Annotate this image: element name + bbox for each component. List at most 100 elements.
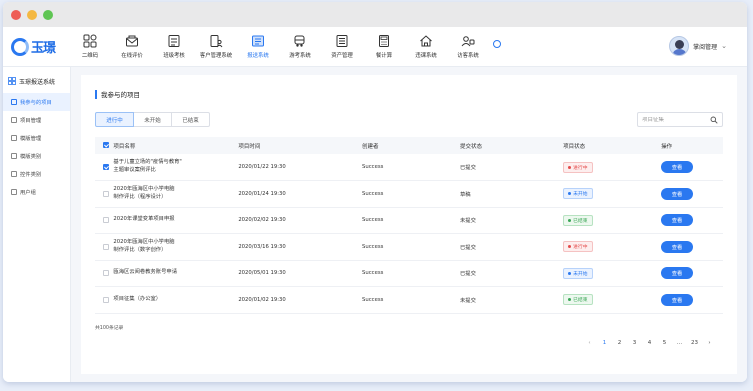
report-icon	[251, 34, 265, 48]
project-name: 2020年课堂变革项目申报	[113, 216, 175, 223]
status-badge-label: 未开始	[573, 192, 588, 198]
project-name: 2020年瓯海区中小学电脑 制作评比（程序设计）	[113, 186, 175, 200]
minimize-window-button[interactable]	[27, 9, 37, 20]
sidebar-item-1[interactable]: 项目管理	[3, 111, 70, 129]
row-checkbox[interactable]	[103, 163, 109, 170]
row-checkbox[interactable]	[103, 296, 109, 303]
row-checkbox[interactable]	[103, 217, 109, 223]
view-button[interactable]: 查看	[661, 293, 694, 306]
table-row[interactable]: 2020年瓯海区中小学电脑 制作评比（程序设计） 2020/01/24 19:30…	[95, 180, 723, 208]
nav-item-2[interactable]: 班级考核	[153, 34, 195, 59]
menu-square-icon	[11, 153, 17, 159]
menu-square-icon	[11, 99, 17, 105]
search-icon[interactable]	[710, 116, 718, 124]
nav-item-0[interactable]: 二维码	[69, 34, 111, 59]
sidebar-item-5[interactable]: 用户组	[3, 183, 70, 201]
maximize-window-button[interactable]	[43, 9, 53, 20]
submit-status: 已提交	[460, 233, 564, 261]
page-button-1[interactable]: 1	[597, 340, 612, 346]
username: 掌阅管理	[693, 43, 718, 51]
logo-ring-icon	[11, 37, 29, 56]
view-button[interactable]: 查看	[661, 267, 694, 280]
search-box	[637, 112, 723, 127]
nav-item-label: 访客系统	[457, 53, 479, 59]
select-all-checkbox[interactable]	[103, 142, 109, 149]
table-row[interactable]: 2020年课堂变革项目申报 2020/02/02 19:30 Success 未提交 已…	[95, 207, 723, 234]
row-checkbox[interactable]	[103, 243, 109, 250]
submit-status: 未提交	[460, 207, 564, 234]
nav-item-6[interactable]: 资产管理	[321, 34, 363, 59]
status-badge-label: 进行中	[573, 165, 588, 171]
tab-ended[interactable]: 已结束	[171, 112, 210, 127]
close-window-button[interactable]	[11, 9, 21, 20]
house-icon	[419, 34, 433, 48]
brand-logo[interactable]: 玉璟	[3, 37, 63, 56]
person-doc-icon	[209, 34, 223, 48]
user-menu[interactable]: 掌阅管理 ⌄	[669, 36, 727, 56]
next-page-button[interactable]: ›	[702, 340, 717, 346]
submit-status: 草稿	[460, 180, 564, 208]
project-creator: Success	[362, 180, 460, 208]
sidebar-item-label: 模版类别	[20, 154, 42, 160]
sidebar-item-4[interactable]: 控件类别	[3, 165, 70, 183]
status-dot-icon	[568, 298, 572, 302]
view-button[interactable]: 查看	[661, 187, 694, 200]
title-accent-bar	[95, 89, 97, 99]
project-time: 2020/01/24 19:30	[238, 180, 363, 208]
nav-item-7[interactable]: 餐计算	[363, 34, 405, 59]
sidebar-item-3[interactable]: 模版类别	[3, 147, 70, 165]
page-ellipsis[interactable]: ...	[672, 340, 687, 346]
view-button[interactable]: 查看	[661, 214, 694, 227]
menu-square-icon	[11, 135, 17, 141]
table-row[interactable]: 瓯海区云阅卷教务账号申请 2020/05/01 19:30 Success 已提交 未开…	[95, 260, 723, 287]
row-checkbox[interactable]	[103, 270, 109, 276]
nav-item-label: 餐计算	[375, 53, 393, 59]
col-header-submit-status: 提交状态	[460, 137, 564, 154]
status-badge: 已结束	[563, 294, 593, 306]
status-dot-icon	[568, 218, 572, 222]
table-row[interactable]: 项目征集（办公室） 2020/01/02 19:30 Success 未提交 已结束 查看	[95, 286, 723, 314]
status-dot-icon	[568, 271, 572, 275]
nav-item-5[interactable]: 游考系统	[279, 34, 321, 59]
add-module-icon[interactable]	[493, 39, 501, 48]
page-button-3[interactable]: 3	[627, 340, 642, 346]
col-header-time: 项目时间	[238, 137, 363, 154]
prev-page-button[interactable]: ‹	[582, 340, 597, 346]
sidebar-item-label: 我参与的项目	[20, 100, 52, 106]
project-creator: Success	[362, 233, 460, 261]
status-badge: 进行中	[563, 161, 593, 173]
sidebar-item-0[interactable]: 我参与的项目	[3, 93, 70, 111]
tab-not-started[interactable]: 未开始	[133, 112, 172, 127]
sidebar-item-2[interactable]: 模版管理	[3, 129, 70, 147]
sidebar-item-label: 项目管理	[20, 118, 42, 124]
nav-item-4[interactable]: 报送系统	[237, 34, 279, 59]
project-name: 基于儿童立场的"疫情与教育" 主题审议案例评比	[113, 159, 182, 173]
nav-item-label: 违课系统	[415, 53, 437, 59]
page-button-2[interactable]: 2	[612, 340, 627, 346]
search-input[interactable]	[642, 116, 710, 123]
sidebar: 玉璟报送系统 我参与的项目 项目管理模版管理模版类别控件类别 用户组	[3, 67, 71, 382]
view-button[interactable]: 查看	[661, 161, 694, 173]
sidebar-title-label: 玉璟报送系统	[19, 78, 56, 86]
row-checkbox[interactable]	[103, 190, 109, 197]
page-button-4[interactable]: 4	[642, 340, 657, 346]
table-row[interactable]: 2020年瓯海区中小学电脑 制作评比（数字创作） 2020/03/16 19:30…	[95, 233, 723, 261]
tab-in-progress[interactable]: 进行中	[95, 112, 134, 127]
nav-item-1[interactable]: 在线评价	[111, 34, 153, 59]
grid-icon	[8, 77, 16, 85]
page-button-5[interactable]: 5	[657, 340, 672, 346]
view-button[interactable]: 查看	[661, 240, 694, 253]
checklist-icon	[167, 34, 181, 48]
project-creator: Success	[362, 207, 460, 234]
project-creator: Success	[362, 260, 460, 287]
project-time: 2020/01/22 19:30	[238, 154, 363, 181]
nav-item-3[interactable]: 客户管理系统	[195, 34, 237, 59]
nav-item-8[interactable]: 违课系统	[405, 34, 447, 59]
status-badge-label: 已结束	[573, 218, 588, 224]
status-dot-icon	[568, 245, 572, 249]
qr-grid-icon	[83, 34, 97, 48]
project-panel: 我参与的项目 进行中 未开始 已结束 项目征集 项目名称 项目时间 创建者 提交…	[81, 75, 737, 374]
table-row[interactable]: 基于儿童立场的"疫情与教育" 主题审议案例评比 2020/01/22 19:30 S…	[95, 154, 723, 181]
nav-item-9[interactable]: 访客系统	[447, 34, 489, 59]
page-button-last[interactable]: 23	[687, 340, 702, 346]
